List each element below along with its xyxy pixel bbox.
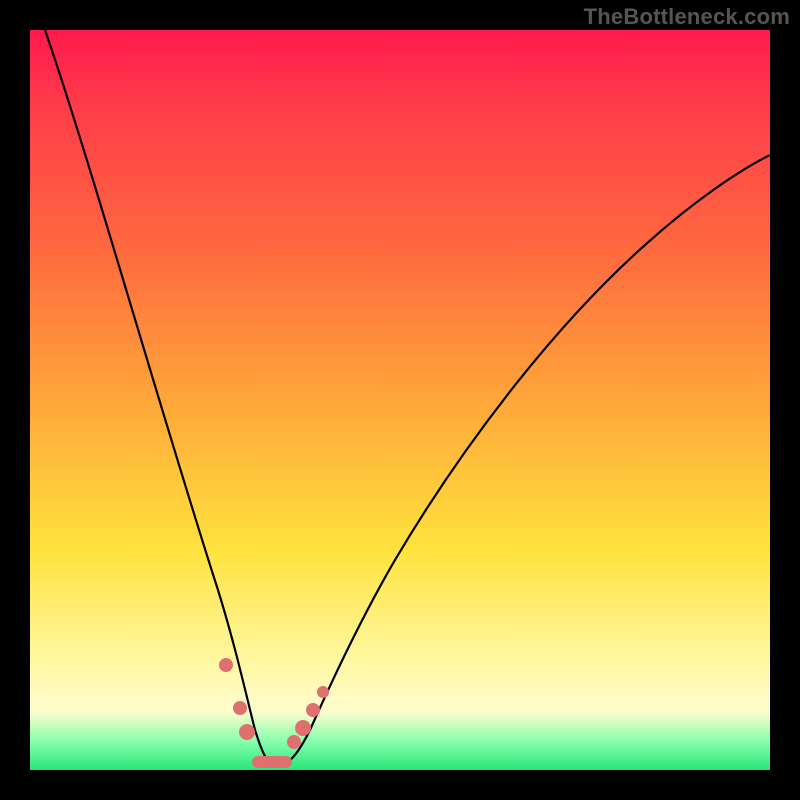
marker-dot xyxy=(219,658,233,672)
marker-dot xyxy=(233,701,247,715)
marker-dot xyxy=(317,686,329,698)
marker-dot xyxy=(306,703,320,717)
marker-dot xyxy=(287,735,301,749)
marker-dot xyxy=(239,724,255,740)
chart-overlay xyxy=(30,30,770,770)
watermark: TheBottleneck.com xyxy=(584,4,790,30)
bottleneck-curve xyxy=(45,30,770,763)
plot-area xyxy=(30,30,770,770)
frame: TheBottleneck.com xyxy=(0,0,800,800)
marker-dot xyxy=(295,720,311,736)
floor-segment xyxy=(252,756,292,768)
